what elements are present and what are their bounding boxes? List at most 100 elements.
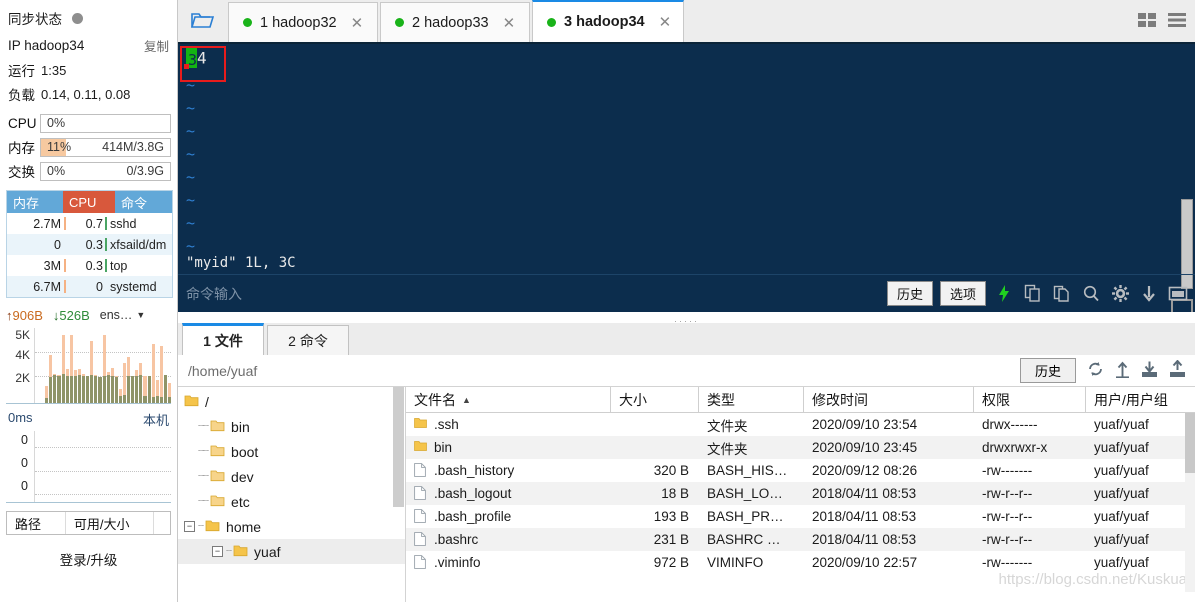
tree-node-etc[interactable]: ┄┄ etc <box>178 489 405 514</box>
terminal-tilde: ~ <box>186 145 196 163</box>
file-cell-time: 2020/09/10 22:57 <box>812 555 918 570</box>
disk-col-free-size[interactable]: 可用/大小 <box>66 512 154 534</box>
session-tab-hadoop34[interactable]: 3 hadoop34 ✕ <box>532 0 685 42</box>
pane-splitter[interactable]: ····· <box>178 312 1195 326</box>
file-cell-type: 文件夹 <box>707 418 748 434</box>
chart-bar <box>49 355 53 403</box>
splitter-grip: ····· <box>674 316 699 326</box>
session-tab-hadoop33[interactable]: 2 hadoop33 ✕ <box>380 2 530 42</box>
network-chart-y-axis: 5K 4K 2K <box>6 328 32 403</box>
table-row[interactable]: .ssh 文件夹 2020/09/10 23:54 drwx------ yuaf/yu… <box>406 413 1195 436</box>
tree-node-dev[interactable]: ┄┄ dev <box>178 464 405 489</box>
grid-view-icon[interactable] <box>1137 11 1157 32</box>
terminal-tilde: ~ <box>186 214 196 232</box>
process-memory: 0 <box>54 237 61 252</box>
file-cell-user: yuaf/yuaf <box>1094 463 1149 478</box>
tree-node-bin[interactable]: ┄┄ bin <box>178 414 405 439</box>
tree-node-label: etc <box>231 493 250 510</box>
tree-node-boot[interactable]: ┄┄ boot <box>178 439 405 464</box>
process-cpu-bar <box>103 259 110 272</box>
network-interface-selector[interactable]: ens… <box>100 308 133 322</box>
file-cell-perm: -rw-r--r-- <box>982 532 1033 547</box>
status-dot-icon <box>72 12 83 24</box>
file-col-permissions[interactable]: 权限 <box>974 386 1086 413</box>
terminal-status-line: "myid" 1L, 3C 1,1 全部 <box>178 252 1195 274</box>
terminal-options-button[interactable]: 选项 <box>939 281 986 306</box>
tree-node-home[interactable]: − ┄ home <box>178 514 405 539</box>
process-table-header: 内存 CPU 命令 <box>7 191 172 213</box>
copy-button[interactable]: 复制 <box>144 36 169 55</box>
search-icon[interactable] <box>1080 283 1102 305</box>
file-list-scrollbar[interactable] <box>1185 413 1195 592</box>
table-row[interactable]: 3M 0.3 top <box>7 255 172 276</box>
process-col-command[interactable]: 命令 <box>115 191 172 213</box>
table-row[interactable]: bin 文件夹 2020/09/10 23:45 drwxrwxr-x yuaf/yua… <box>406 436 1195 459</box>
directory-tree: / ┄┄ bin ┄┄ boot ┄┄ dev ┄┄ etc − ┄ home … <box>178 387 406 602</box>
process-col-cpu[interactable]: CPU <box>63 191 115 213</box>
latency-ytick-0: 0 <box>21 433 28 447</box>
folder-icon <box>210 444 225 460</box>
tab-commands[interactable]: 2 命令 <box>267 325 349 355</box>
file-col-name[interactable]: 文件名 ▲ <box>406 386 611 413</box>
file-col-size[interactable]: 大小 <box>611 386 699 413</box>
process-command: top <box>110 258 128 273</box>
disk-col-path[interactable]: 路径 <box>7 512 66 534</box>
command-input-bar[interactable]: 命令输入 历史 选项 <box>178 274 1195 312</box>
refresh-icon[interactable] <box>1086 360 1105 381</box>
process-col-memory[interactable]: 内存 <box>7 191 63 213</box>
upload-icon[interactable] <box>1168 358 1187 382</box>
table-row[interactable]: .bash_history 320 B BASH_HIS… 2020/09/12 08… <box>406 459 1195 482</box>
close-icon[interactable]: ✕ <box>659 13 672 31</box>
chevron-down-icon[interactable]: ▼ <box>136 310 145 320</box>
path-history-button[interactable]: 历史 <box>1019 358 1076 383</box>
paste-icon[interactable] <box>1051 283 1073 305</box>
window-icon[interactable] <box>1167 283 1189 305</box>
chart-bar <box>135 370 139 403</box>
tree-connector: ┄┄ <box>198 446 209 457</box>
tab-files[interactable]: 1 文件 <box>182 323 264 355</box>
chart-bar <box>168 382 172 403</box>
file-col-owner[interactable]: 用户/用户组 <box>1086 387 1195 413</box>
table-row[interactable]: .viminfo 972 B VIMINFO 2020/09/10 22:57 -rw-… <box>406 551 1195 574</box>
table-row[interactable]: .bash_logout 18 B BASH_LO… 2018/04/11 08:53… <box>406 482 1195 505</box>
terminal-history-button[interactable]: 历史 <box>886 281 933 306</box>
parent-dir-icon[interactable] <box>1114 360 1131 382</box>
command-input-placeholder[interactable]: 命令输入 <box>186 284 242 304</box>
close-icon[interactable]: ✕ <box>351 14 364 32</box>
copy-icon[interactable] <box>1022 283 1044 305</box>
tree-collapse-icon[interactable]: − <box>184 521 195 532</box>
tree-node-yuaf[interactable]: − ┄ yuaf <box>178 539 405 564</box>
process-cpu-bar <box>103 238 110 251</box>
table-row[interactable]: 6.7M 0 systemd <box>7 276 172 297</box>
table-row[interactable]: .bash_profile 193 B BASH_PR… 2018/04/11 08:… <box>406 505 1195 528</box>
file-cell-user: yuaf/yuaf <box>1094 532 1149 547</box>
download-icon[interactable] <box>1140 360 1159 382</box>
file-col-type[interactable]: 类型 <box>699 386 804 413</box>
table-row[interactable]: 2.7M 0.7 sshd <box>7 213 172 234</box>
list-view-icon[interactable] <box>1167 11 1187 32</box>
session-tab-hadoop32[interactable]: 1 hadoop32 ✕ <box>228 2 378 42</box>
disk-col-extra[interactable] <box>154 512 170 534</box>
login-upgrade-link[interactable]: 登录/升级 <box>0 549 177 569</box>
close-icon[interactable]: ✕ <box>503 14 516 32</box>
file-cell-name: bin <box>406 440 611 455</box>
tree-node-root[interactable]: / <box>178 389 405 414</box>
file-col-time[interactable]: 修改时间 <box>804 386 974 413</box>
file-list-scroll-thumb[interactable] <box>1185 413 1195 473</box>
chart-bar <box>151 344 155 403</box>
current-path[interactable]: /home/yuaf <box>188 363 1020 379</box>
file-cell-perm: -rw-r--r-- <box>982 486 1033 501</box>
download-icon[interactable] <box>1138 283 1160 305</box>
gear-icon[interactable] <box>1109 283 1131 305</box>
folder-icon <box>210 494 225 510</box>
terminal-pane[interactable]: 4 3 ~ ~ ~ ~ ~ ~ ~ ~ "myid" 1L, 3C 1,1 全部 <box>178 42 1195 312</box>
open-folder-icon[interactable] <box>178 0 228 42</box>
tree-collapse-icon[interactable]: − <box>212 546 223 557</box>
tree-scrollbar[interactable] <box>393 387 404 507</box>
meter-memory: 内存 11% 414M/3.8G <box>0 136 177 158</box>
table-row[interactable]: 0 0.3 xfsaild/dm <box>7 234 172 255</box>
lightning-icon[interactable] <box>993 283 1015 305</box>
tab-label: 2 hadoop33 <box>412 14 489 31</box>
chart-bar <box>131 375 135 403</box>
table-row[interactable]: .bashrc 231 B BASHRC … 2018/04/11 08:53 -rw-… <box>406 528 1195 551</box>
